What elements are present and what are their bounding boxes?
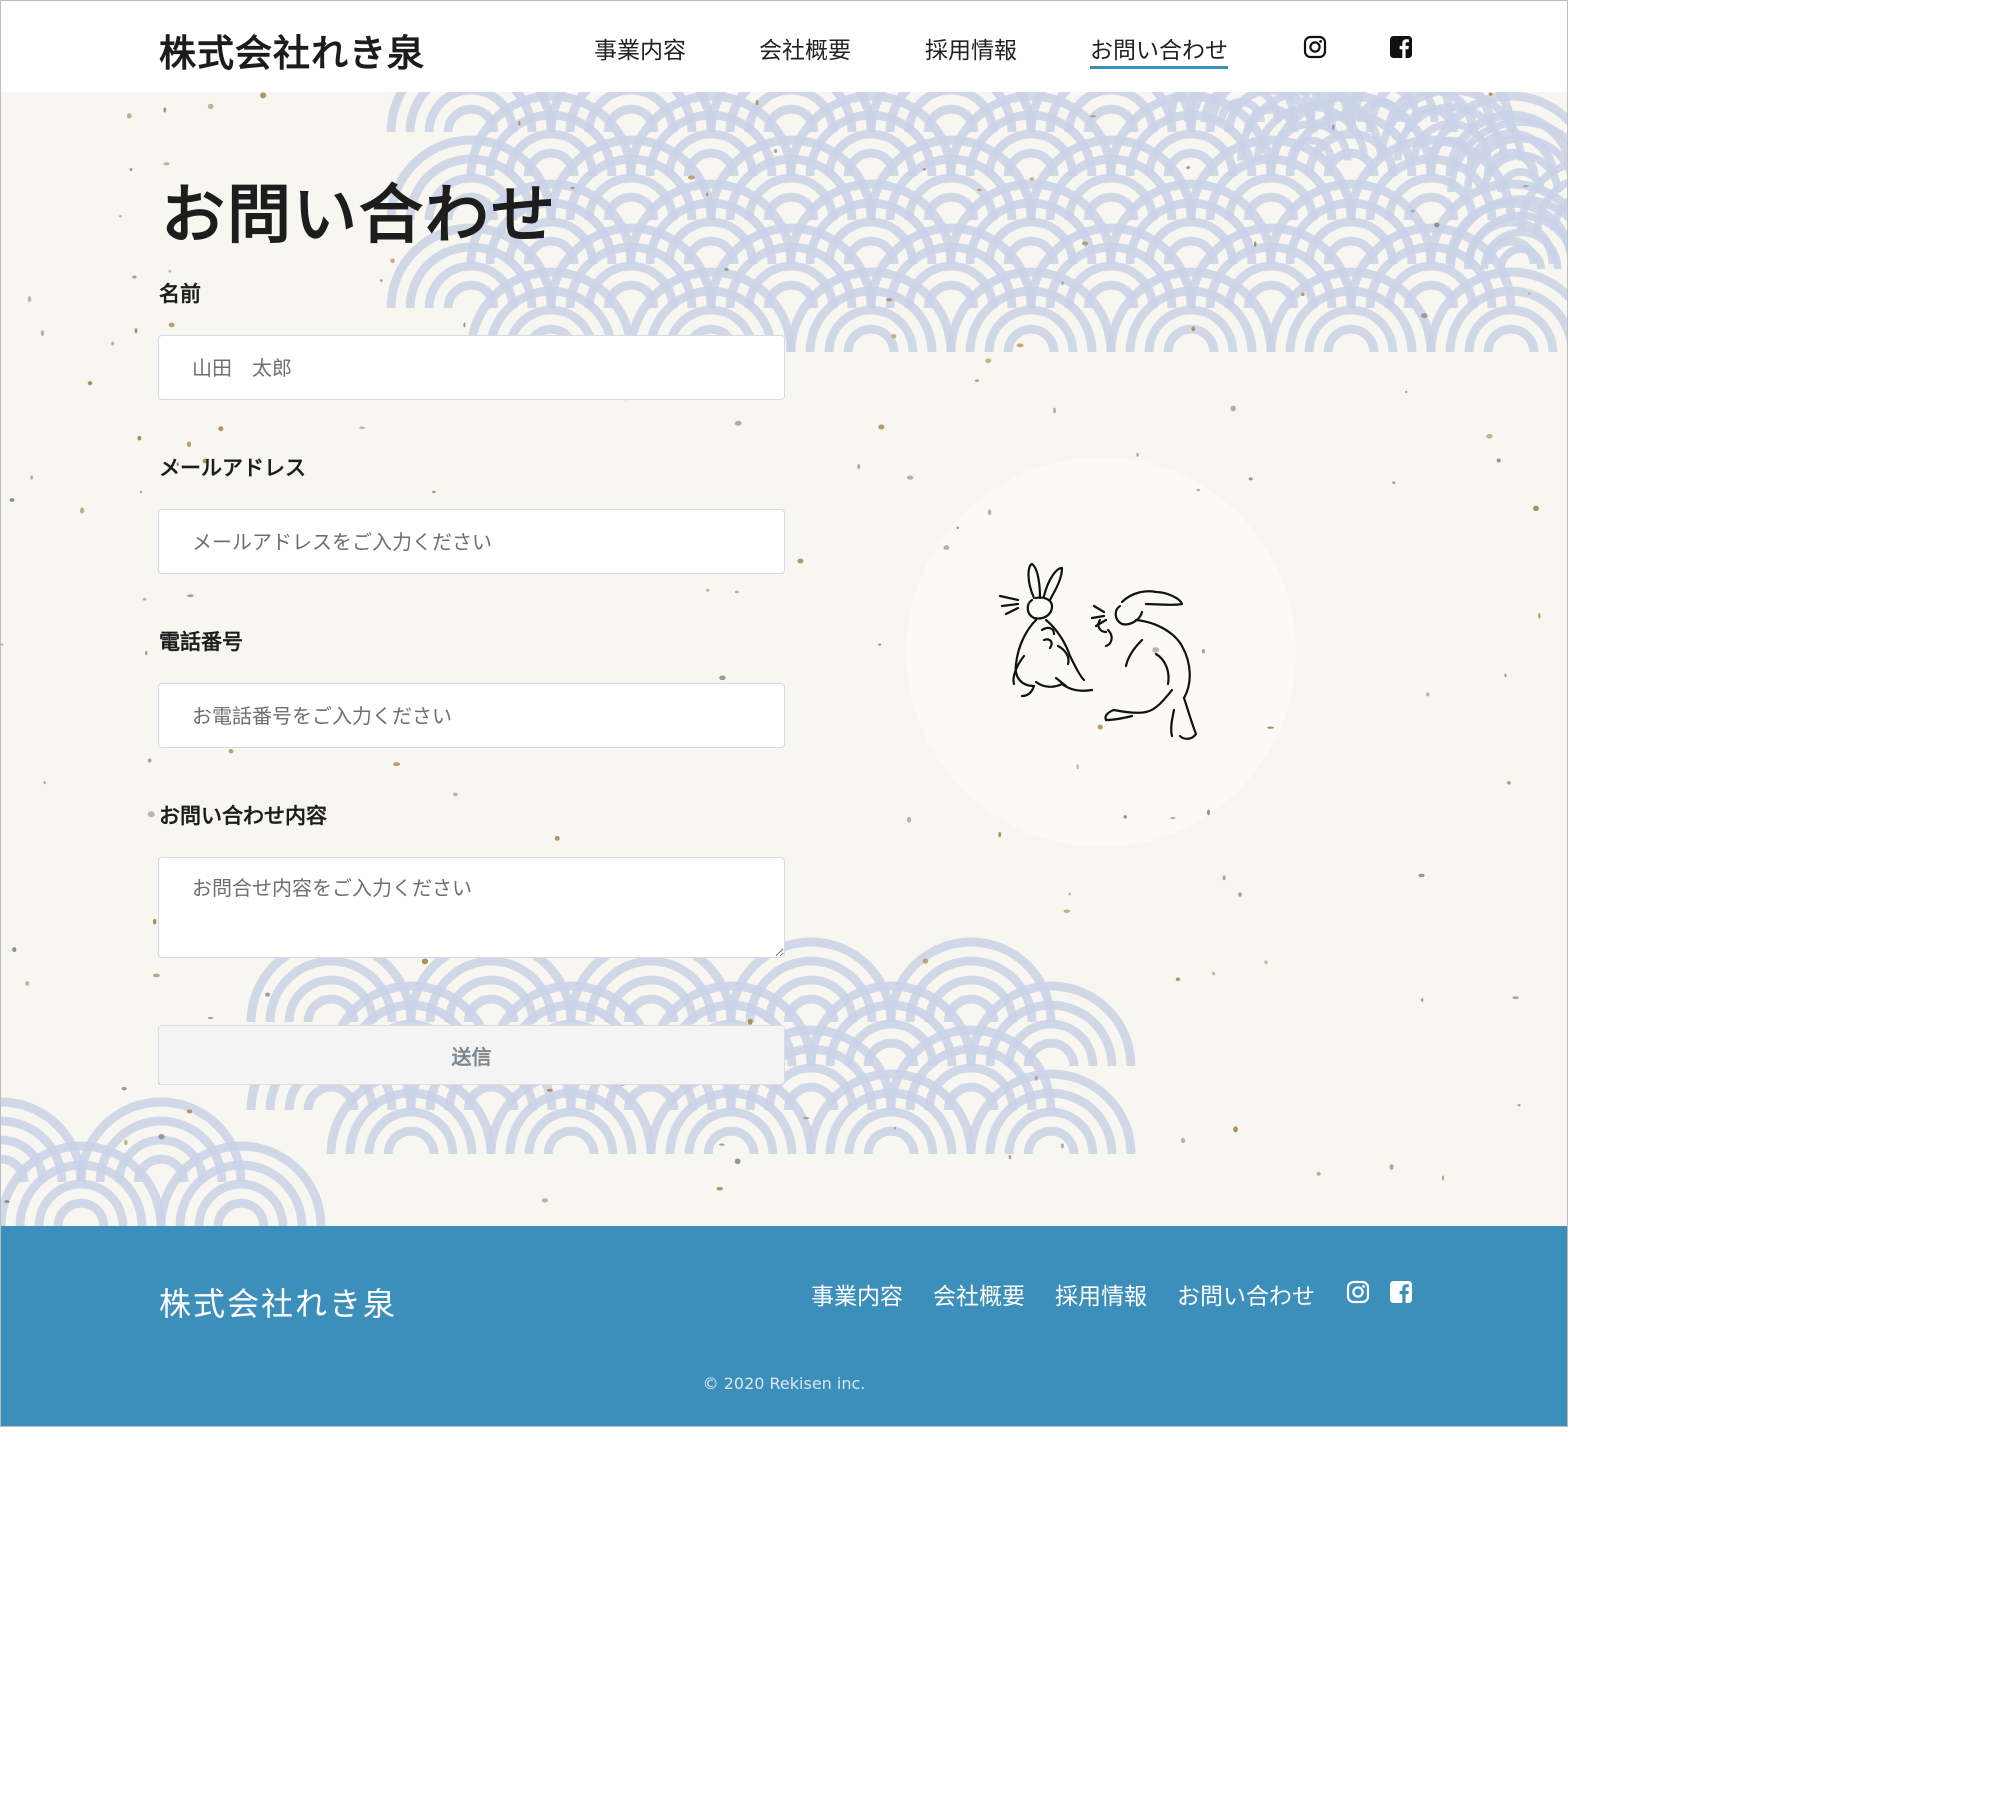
submit-button[interactable]: 送信 [158,1025,785,1085]
nav-item-recruit[interactable]: 採用情報 [925,31,1017,65]
main-nav: 事業内容 会社概要 採用情報 お問い合わせ [1,31,1567,71]
email-label: メールアドレス [159,456,306,480]
instagram-icon[interactable] [1303,35,1327,59]
footer-instagram-icon[interactable] [1346,1280,1370,1304]
footer-nav-recruit[interactable]: 採用情報 [1055,1277,1147,1311]
name-label: 名前 [159,282,201,306]
page-title: お問い合わせ [161,179,557,253]
email-input[interactable] [158,509,785,574]
site-header: 株式会社れき泉 事業内容 会社概要 採用情報 お問い合わせ [1,1,1567,92]
footer-nav-company[interactable]: 会社概要 [933,1277,1025,1311]
footer-nav-business[interactable]: 事業内容 [811,1277,903,1311]
facebook-icon[interactable] [1389,35,1413,59]
message-textarea[interactable] [158,857,785,958]
nav-item-business[interactable]: 事業内容 [594,31,686,65]
footer-nav-contact[interactable]: お問い合わせ [1177,1277,1315,1311]
copyright-text: © 2020 Rekisen inc. [702,1374,866,1393]
name-input[interactable] [158,335,785,400]
site-footer: 株式会社れき泉 事業内容 会社概要 採用情報 お問い合わせ © 2020 Rek… [1,1226,1567,1426]
footer-logo[interactable]: 株式会社れき泉 [159,1279,397,1325]
phone-input[interactable] [158,683,785,748]
nav-item-contact[interactable]: お問い合わせ [1090,31,1228,69]
footer-facebook-icon[interactable] [1389,1280,1413,1304]
page-frame: 株式会社れき泉 事業内容 会社概要 採用情報 お問い合わせ お問い合わせ 名前 … [0,0,1568,1427]
contact-section: お問い合わせ 名前 メールアドレス 電話番号 お問い合わせ内容 送信 [1,92,1567,1226]
nav-item-company[interactable]: 会社概要 [759,31,851,65]
message-label: お問い合わせ内容 [159,804,327,828]
rabbits-illustration [998,562,1198,740]
phone-label: 電話番号 [159,630,243,654]
